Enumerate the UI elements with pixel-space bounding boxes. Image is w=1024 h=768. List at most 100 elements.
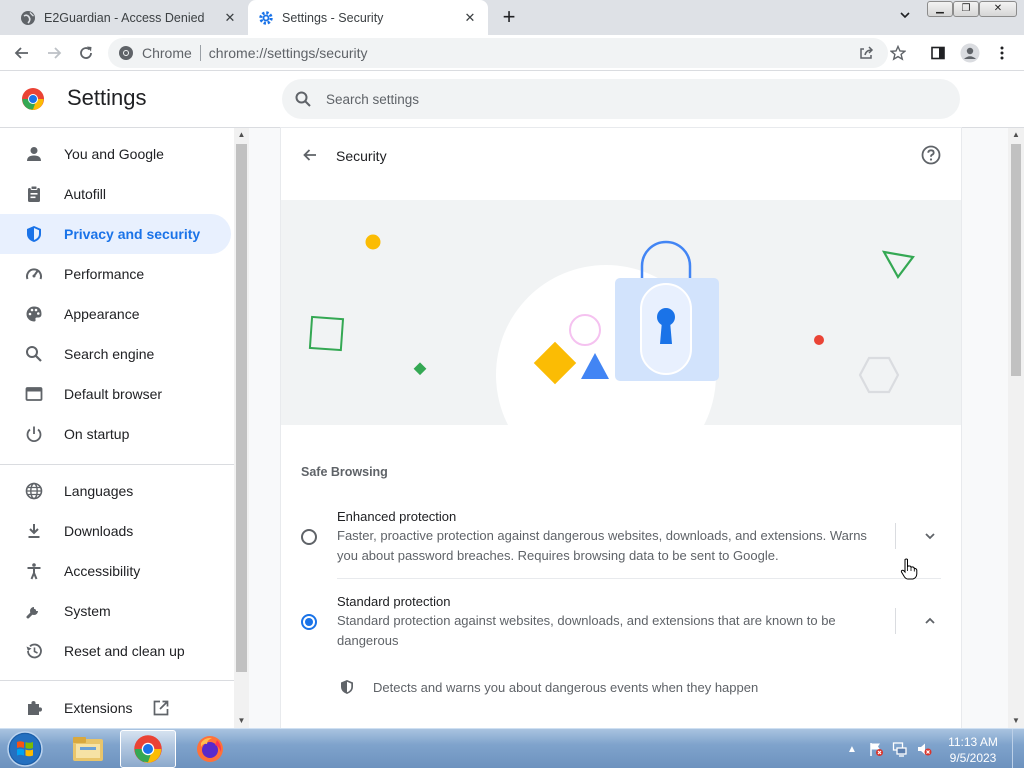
reload-button[interactable] — [74, 41, 98, 65]
sidebar-item-label: System — [64, 603, 111, 619]
sidebar-item-label: You and Google — [64, 146, 164, 162]
restore-button[interactable]: ❐ — [953, 1, 979, 17]
main-scrollbar[interactable]: ▲ ▼ — [1008, 128, 1024, 728]
bookmark-star-icon[interactable] — [886, 41, 910, 65]
open-in-new-icon[interactable] — [152, 699, 170, 717]
scroll-down-arrow-icon[interactable]: ▼ — [234, 714, 249, 728]
tab-title: Settings - Security — [282, 10, 384, 25]
sidebar-item-reset-and-clean-up[interactable]: Reset and clean up — [0, 631, 231, 671]
search-icon — [294, 90, 312, 108]
volume-muted-icon[interactable] — [915, 740, 933, 758]
shield-icon — [24, 224, 44, 244]
share-icon[interactable] — [854, 41, 878, 65]
sidebar-item-autofill[interactable]: Autofill — [0, 174, 231, 214]
puzzle-icon — [24, 698, 44, 718]
sidebar-item-extensions[interactable]: Extensions — [0, 688, 231, 728]
security-card: Security Safe Browsing Enhanced protecti… — [281, 128, 961, 728]
back-arrow-icon[interactable] — [298, 144, 322, 166]
browser-window-icon — [24, 384, 44, 404]
tab-title: E2Guardian - Access Denied — [44, 10, 205, 25]
safe-browsing-heading: Safe Browsing — [301, 465, 388, 479]
settings-header: Settings — [0, 71, 1024, 128]
close-icon[interactable]: ✕ — [462, 10, 478, 26]
shield-icon — [337, 677, 357, 697]
system-tray: ▲ — [840, 729, 936, 768]
sidebar-item-on-startup[interactable]: On startup — [0, 414, 231, 454]
option-divider — [337, 578, 941, 579]
chrome-logo-icon — [21, 87, 45, 111]
sidebar-divider — [0, 464, 234, 465]
tab-settings-security[interactable]: Settings - Security ✕ — [248, 0, 488, 35]
minimize-button[interactable]: ▁ — [927, 1, 953, 17]
sidebar-item-downloads[interactable]: Downloads — [0, 511, 231, 551]
sidebar-item-languages[interactable]: Languages — [0, 471, 231, 511]
sidebar-item-appearance[interactable]: Appearance — [0, 294, 231, 334]
forward-button[interactable] — [42, 41, 66, 65]
file-explorer-icon[interactable] — [60, 730, 116, 768]
omnibox-separator — [199, 45, 201, 61]
clock-time: 11:13 AM — [948, 735, 998, 749]
profile-avatar-icon[interactable] — [958, 41, 982, 65]
window-close-button[interactable]: ✕ — [979, 1, 1017, 17]
search-icon — [24, 344, 44, 364]
scrollbar-thumb[interactable] — [236, 144, 247, 672]
sidebar-item-you-and-google[interactable]: You and Google — [0, 134, 231, 174]
tab-e2guardian[interactable]: E2Guardian - Access Denied ✕ — [10, 0, 249, 35]
chevron-down-icon[interactable] — [893, 8, 917, 28]
sidebar-item-label: Reset and clean up — [64, 643, 185, 659]
site-label: Chrome — [142, 45, 192, 61]
standard-protection-label: Standard protection — [337, 594, 451, 609]
sidebar-item-default-browser[interactable]: Default browser — [0, 374, 231, 414]
side-panel-icon[interactable] — [926, 41, 950, 65]
sidebar-item-label: Appearance — [64, 306, 140, 322]
tab-strip: E2Guardian - Access Denied ✕ Settings - … — [0, 0, 1024, 35]
start-button[interactable] — [5, 730, 45, 768]
sidebar-item-label: Privacy and security — [64, 226, 201, 242]
back-button[interactable] — [10, 41, 34, 65]
sidebar-item-label: On startup — [64, 426, 130, 442]
download-icon — [24, 521, 44, 541]
address-bar[interactable]: Chrome chrome://settings/security — [108, 38, 888, 68]
scroll-up-arrow-icon[interactable]: ▲ — [234, 128, 249, 142]
sidebar-item-performance[interactable]: Performance — [0, 254, 231, 294]
show-hidden-icons-icon[interactable]: ▲ — [843, 740, 861, 758]
sidebar-item-label: Autofill — [64, 186, 107, 202]
taskbar-clock[interactable]: 11:13 AM 9/5/2023 — [940, 734, 1006, 766]
sidebar-item-label: Downloads — [64, 523, 134, 539]
chevron-down-icon[interactable] — [918, 524, 942, 548]
power-icon — [24, 424, 44, 444]
url-text: chrome://settings/security — [208, 45, 368, 61]
firefox-icon[interactable] — [182, 730, 238, 768]
page-title: Settings — [67, 85, 147, 110]
detail-text: Detects and warns you about dangerous ev… — [373, 679, 759, 695]
search-settings-box[interactable] — [282, 79, 960, 119]
globe-icon — [20, 10, 36, 26]
browser-toolbar: Chrome chrome://settings/security — [0, 35, 1024, 71]
chevron-up-icon[interactable] — [918, 609, 942, 633]
search-input[interactable] — [326, 91, 926, 107]
sidebar-item-accessibility[interactable]: Accessibility — [0, 551, 231, 591]
enhanced-protection-radio[interactable] — [301, 529, 317, 545]
standard-protection-radio[interactable] — [301, 614, 317, 630]
new-tab-button[interactable]: + — [497, 6, 521, 30]
standard-protection-description: Standard protection against websites, do… — [337, 613, 836, 648]
sidebar-item-search-engine[interactable]: Search engine — [0, 334, 231, 374]
more-menu-icon[interactable] — [990, 41, 1014, 65]
sidebar-item-system[interactable]: System — [0, 591, 231, 631]
network-icon[interactable] — [891, 740, 909, 758]
close-icon[interactable]: ✕ — [222, 10, 238, 26]
sidebar-item-privacy-and-security[interactable]: Privacy and security — [0, 214, 231, 254]
enhanced-protection-label: Enhanced protection — [337, 509, 457, 524]
help-icon[interactable] — [920, 144, 942, 166]
action-center-flag-icon[interactable] — [867, 740, 885, 758]
person-icon — [24, 144, 44, 164]
sidebar-item-label: Search engine — [64, 346, 155, 362]
scrollbar-thumb[interactable] — [1011, 144, 1021, 376]
chrome-icon[interactable] — [120, 730, 176, 768]
sidebar-item-label: Languages — [64, 483, 134, 499]
sidebar-scrollbar[interactable]: ▲ ▼ — [234, 128, 249, 728]
scroll-up-arrow-icon[interactable]: ▲ — [1008, 128, 1024, 142]
scroll-down-arrow-icon[interactable]: ▼ — [1008, 714, 1024, 728]
show-desktop-button[interactable] — [1012, 729, 1024, 768]
expand-separator — [895, 608, 896, 634]
